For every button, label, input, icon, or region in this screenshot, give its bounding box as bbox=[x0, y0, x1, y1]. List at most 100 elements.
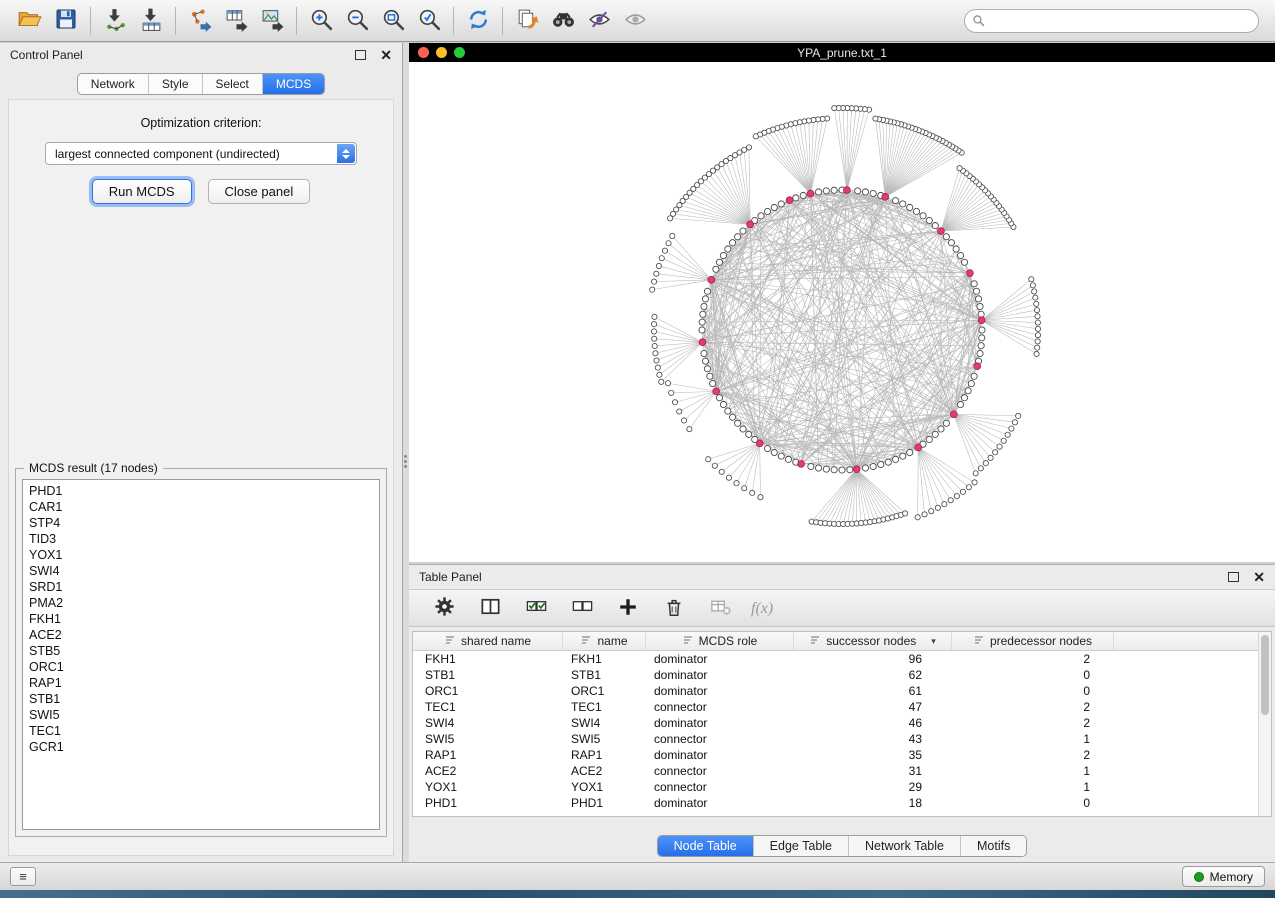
deselect-all-button[interactable] bbox=[569, 595, 595, 621]
table-cell[interactable]: 2 bbox=[952, 652, 1114, 666]
table-cell[interactable]: connector bbox=[646, 700, 794, 714]
close-panel-button[interactable]: Close panel bbox=[208, 179, 311, 204]
table-cell[interactable]: dominator bbox=[646, 652, 794, 666]
table-cell[interactable]: 1 bbox=[952, 764, 1114, 778]
table-cell[interactable]: STB1 bbox=[413, 668, 563, 682]
column-header-successor-nodes[interactable]: successor nodes▾ bbox=[794, 632, 952, 650]
close-panel-icon[interactable]: ✕ bbox=[380, 50, 392, 60]
column-header-predecessor-nodes[interactable]: predecessor nodes bbox=[952, 632, 1114, 650]
mcds-result-item[interactable]: STB5 bbox=[23, 643, 379, 659]
tab-network[interactable]: Network bbox=[78, 74, 148, 94]
table-cell[interactable]: ORC1 bbox=[563, 684, 646, 698]
select-all-button[interactable] bbox=[523, 595, 549, 621]
tab-node-table[interactable]: Node Table bbox=[658, 836, 753, 856]
table-row[interactable]: SWI5SWI5connector431 bbox=[413, 731, 1271, 747]
mcds-result-item[interactable]: STP4 bbox=[23, 515, 379, 531]
mcds-result-item[interactable]: CAR1 bbox=[23, 499, 379, 515]
table-row[interactable]: RAP1RAP1dominator352 bbox=[413, 747, 1271, 763]
sort-direction-icon[interactable]: ▾ bbox=[931, 636, 936, 647]
table-row[interactable]: TEC1TEC1connector472 bbox=[413, 699, 1271, 715]
show-all-button[interactable] bbox=[617, 5, 653, 37]
table-row[interactable]: STB1STB1dominator620 bbox=[413, 667, 1271, 683]
mcds-result-item[interactable]: STB1 bbox=[23, 691, 379, 707]
mcds-result-item[interactable]: PMA2 bbox=[23, 595, 379, 611]
table-cell[interactable]: 29 bbox=[794, 780, 952, 794]
run-mcds-button[interactable]: Run MCDS bbox=[92, 179, 192, 204]
table-row[interactable]: ACE2ACE2connector311 bbox=[413, 763, 1271, 779]
search-input[interactable] bbox=[964, 9, 1259, 33]
delete-row-button[interactable] bbox=[661, 595, 687, 621]
table-cell[interactable]: 0 bbox=[952, 796, 1114, 810]
table-cell[interactable]: dominator bbox=[646, 684, 794, 698]
table-cell[interactable]: ORC1 bbox=[413, 684, 563, 698]
hide-selected-button[interactable] bbox=[581, 5, 617, 37]
export-image-button[interactable] bbox=[254, 5, 290, 37]
table-cell[interactable]: ACE2 bbox=[563, 764, 646, 778]
table-row[interactable]: PHD1PHD1dominator180 bbox=[413, 795, 1271, 811]
maximize-window-icon[interactable] bbox=[454, 47, 465, 58]
show-columns-button[interactable] bbox=[477, 595, 503, 621]
settings-button[interactable] bbox=[431, 595, 457, 621]
close-table-panel-icon[interactable]: ✕ bbox=[1253, 572, 1265, 582]
delete-table-button[interactable] bbox=[707, 595, 733, 621]
create-column-button[interactable] bbox=[615, 595, 641, 621]
table-cell[interactable]: 46 bbox=[794, 716, 952, 730]
table-cell[interactable]: SWI4 bbox=[563, 716, 646, 730]
table-cell[interactable]: STB1 bbox=[563, 668, 646, 682]
search-network-button[interactable] bbox=[545, 5, 581, 37]
table-cell[interactable]: FKH1 bbox=[563, 652, 646, 666]
table-cell[interactable]: 43 bbox=[794, 732, 952, 746]
table-cell[interactable]: RAP1 bbox=[563, 748, 646, 762]
table-cell[interactable]: 2 bbox=[952, 748, 1114, 762]
zoom-out-button[interactable] bbox=[339, 5, 375, 37]
mcds-result-item[interactable]: PHD1 bbox=[23, 483, 379, 499]
table-cell[interactable]: SWI4 bbox=[413, 716, 563, 730]
table-cell[interactable]: RAP1 bbox=[413, 748, 563, 762]
mcds-result-list[interactable]: PHD1CAR1STP4TID3YOX1SWI4SRD1PMA2FKH1ACE2… bbox=[22, 479, 380, 830]
mcds-result-item[interactable]: SWI5 bbox=[23, 707, 379, 723]
import-network-file-button[interactable] bbox=[97, 5, 133, 37]
clone-network-button[interactable] bbox=[509, 5, 545, 37]
table-cell[interactable]: dominator bbox=[646, 716, 794, 730]
table-row[interactable]: SWI4SWI4dominator462 bbox=[413, 715, 1271, 731]
mcds-result-item[interactable]: YOX1 bbox=[23, 547, 379, 563]
mcds-result-item[interactable]: FKH1 bbox=[23, 611, 379, 627]
close-window-icon[interactable] bbox=[418, 47, 429, 58]
function-builder-button[interactable]: f(x) bbox=[753, 595, 779, 621]
table-cell[interactable]: SWI5 bbox=[413, 732, 563, 746]
table-cell[interactable]: connector bbox=[646, 780, 794, 794]
zoom-in-button[interactable] bbox=[303, 5, 339, 37]
table-row[interactable]: ORC1ORC1dominator610 bbox=[413, 683, 1271, 699]
criterion-dropdown[interactable]: largest connected component (undirected) bbox=[45, 142, 357, 165]
mcds-result-item[interactable]: ORC1 bbox=[23, 659, 379, 675]
table-cell[interactable]: 1 bbox=[952, 780, 1114, 794]
table-cell[interactable]: 61 bbox=[794, 684, 952, 698]
export-table-button[interactable] bbox=[218, 5, 254, 37]
table-cell[interactable]: ACE2 bbox=[413, 764, 563, 778]
zoom-selected-button[interactable] bbox=[411, 5, 447, 37]
table-scrollbar-thumb[interactable] bbox=[1261, 635, 1269, 715]
save-session-button[interactable] bbox=[48, 5, 84, 37]
minimize-window-icon[interactable] bbox=[436, 47, 447, 58]
column-header-shared-name[interactable]: shared name bbox=[413, 632, 563, 650]
tab-style[interactable]: Style bbox=[148, 74, 202, 94]
network-canvas[interactable] bbox=[409, 62, 1275, 562]
zoom-fit-button[interactable] bbox=[375, 5, 411, 37]
tab-select[interactable]: Select bbox=[202, 74, 262, 94]
memory-button[interactable]: Memory bbox=[1182, 866, 1265, 887]
table-cell[interactable]: 35 bbox=[794, 748, 952, 762]
mcds-result-item[interactable]: TEC1 bbox=[23, 723, 379, 739]
table-cell[interactable]: connector bbox=[646, 732, 794, 746]
table-cell[interactable]: dominator bbox=[646, 668, 794, 682]
table-cell[interactable]: dominator bbox=[646, 748, 794, 762]
table-cell[interactable]: 47 bbox=[794, 700, 952, 714]
table-scrollbar[interactable] bbox=[1258, 632, 1271, 816]
tab-motifs[interactable]: Motifs bbox=[960, 836, 1026, 856]
network-window-titlebar[interactable]: YPA_prune.txt_1 bbox=[409, 43, 1275, 62]
tab-edge-table[interactable]: Edge Table bbox=[753, 836, 848, 856]
table-cell[interactable]: 31 bbox=[794, 764, 952, 778]
mcds-result-item[interactable]: RAP1 bbox=[23, 675, 379, 691]
table-cell[interactable]: TEC1 bbox=[563, 700, 646, 714]
mcds-result-item[interactable]: TID3 bbox=[23, 531, 379, 547]
table-cell[interactable]: 2 bbox=[952, 716, 1114, 730]
